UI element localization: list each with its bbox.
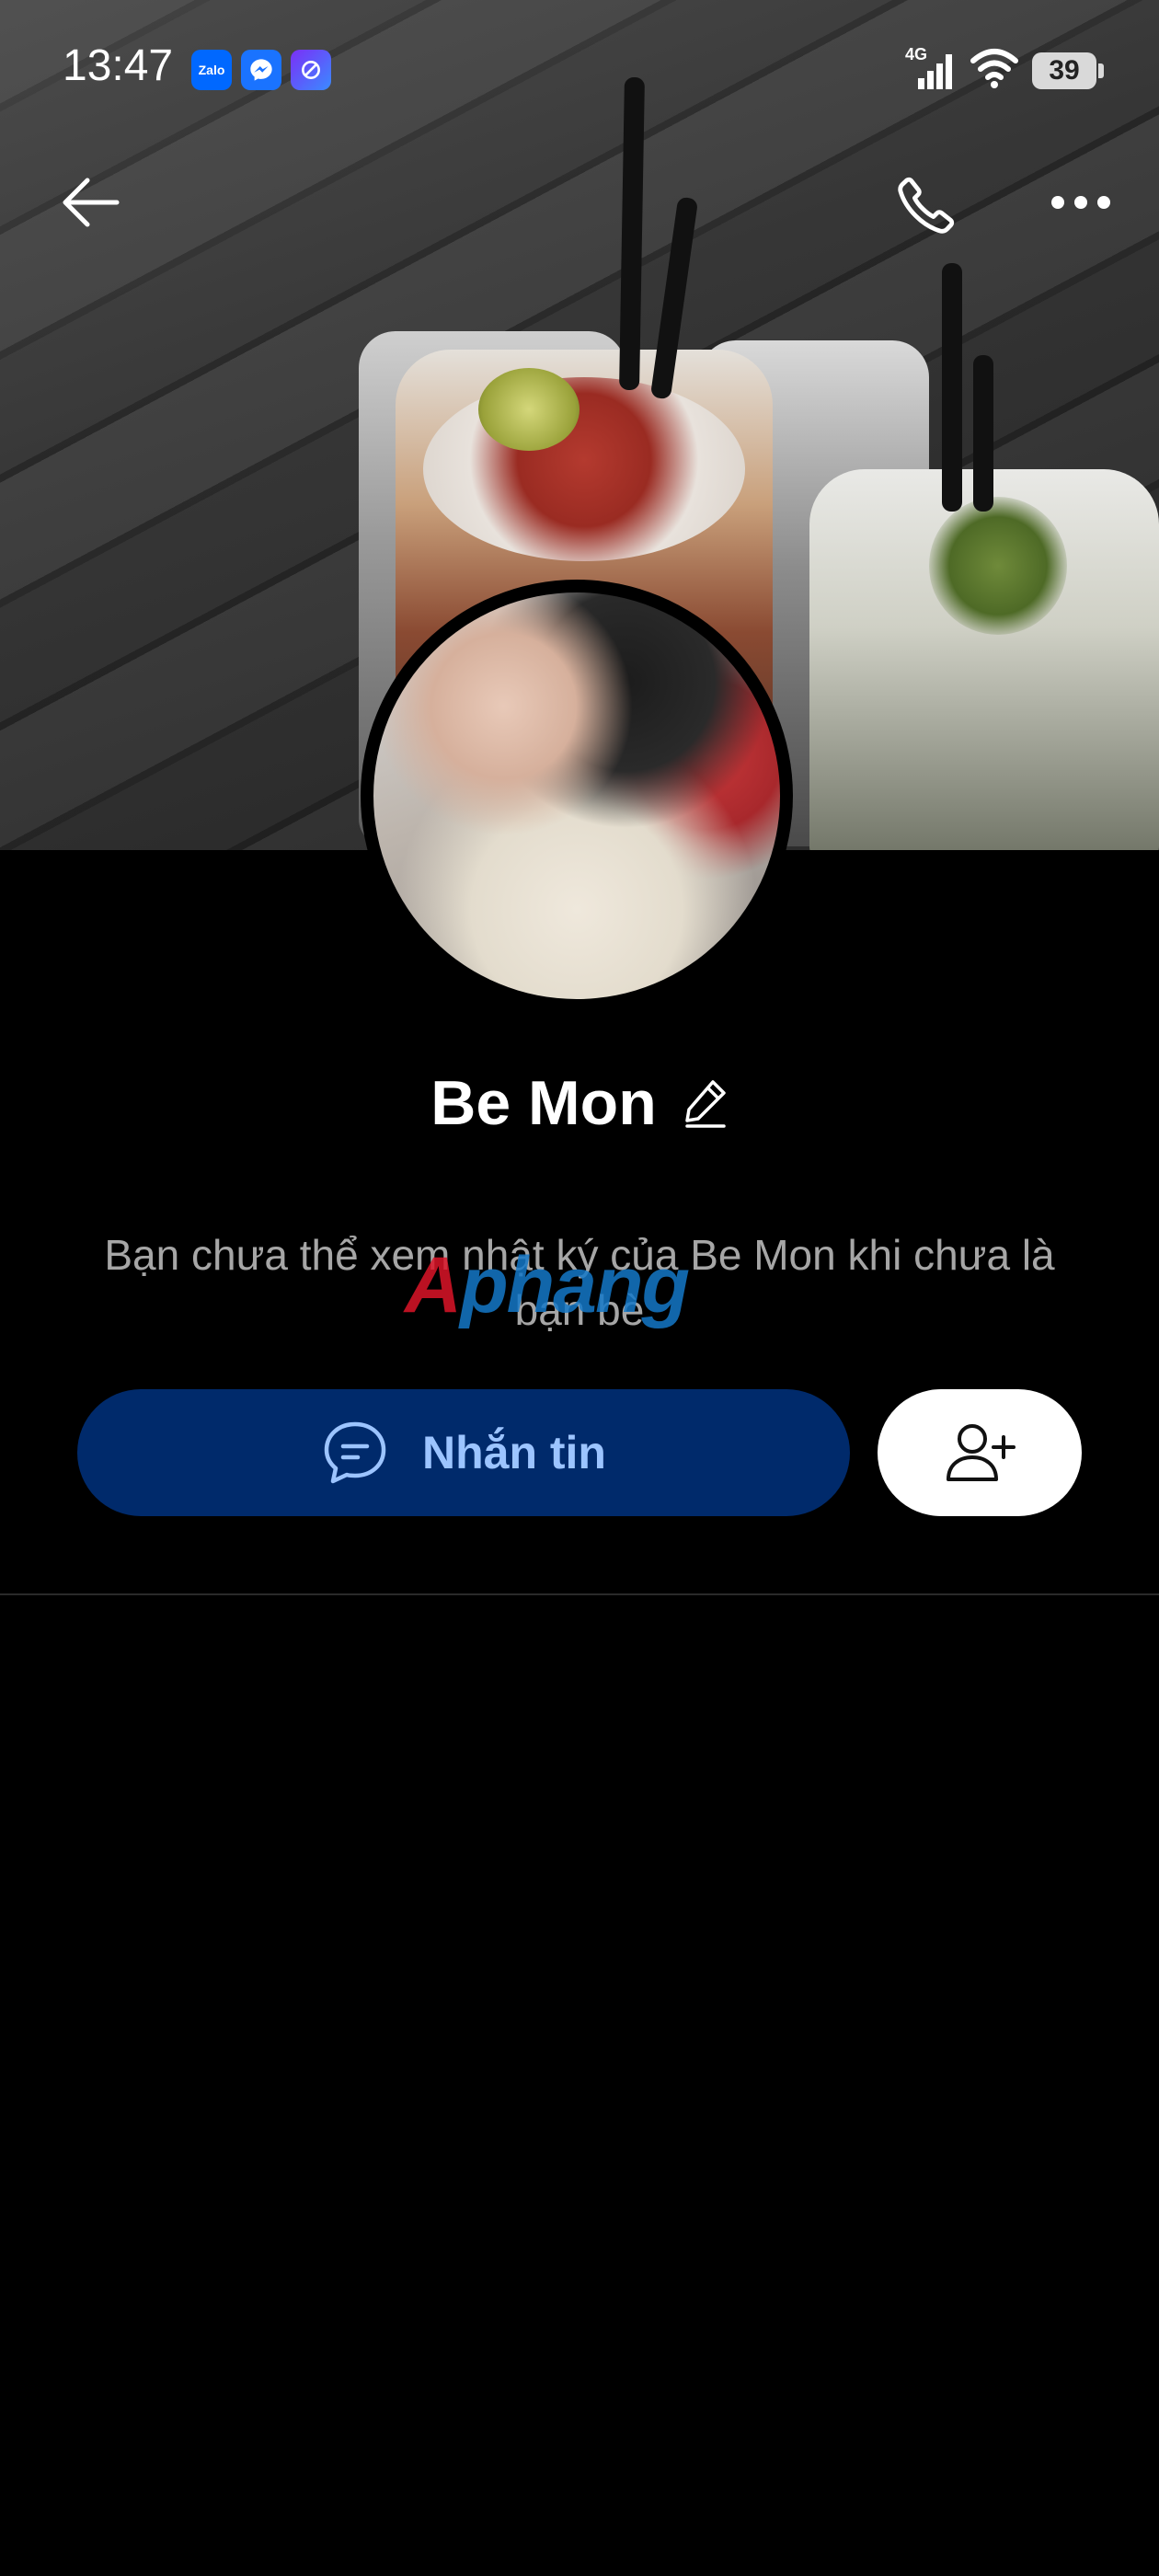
pencil-icon[interactable]: [683, 1078, 729, 1128]
status-bar: 13:47 Zalo 4G 39: [0, 0, 1159, 138]
avatar[interactable]: [361, 580, 793, 1012]
message-button-label: Nhắn tin: [422, 1427, 606, 1478]
avatar-photo: [373, 592, 780, 999]
back-button[interactable]: [53, 166, 127, 239]
call-button[interactable]: [885, 164, 968, 247]
status-time: 13:47: [63, 41, 174, 90]
watermark-logo: Aphang: [405, 1241, 690, 1329]
app-icon: [291, 50, 331, 90]
status-indicators: 4G 39: [905, 45, 1104, 93]
phone-icon: [898, 177, 955, 234]
section-divider: [0, 1593, 1159, 1595]
user-plus-icon: [947, 1424, 1016, 1481]
cover-straw: [942, 263, 962, 512]
chat-bubble-icon: [324, 1421, 386, 1484]
add-friend-button[interactable]: [878, 1389, 1082, 1516]
arrow-left-icon: [63, 178, 120, 227]
wifi-icon: [970, 48, 1019, 93]
more-options-button[interactable]: [1039, 166, 1122, 239]
cover-straw: [973, 355, 993, 512]
messenger-icon: [241, 50, 281, 90]
profile-name: Be Mon: [430, 1068, 657, 1138]
cover-matcha-topping: [929, 497, 1067, 635]
zalo-icon: Zalo: [191, 50, 232, 90]
status-app-icons: Zalo: [191, 50, 331, 90]
cover-lime: [478, 368, 580, 451]
more-horizontal-icon: [1051, 196, 1110, 209]
cover-drink-topping: [423, 377, 745, 561]
battery-icon: 39: [1032, 52, 1104, 89]
name-row: Be Mon: [0, 1067, 1159, 1139]
signal-icon: 4G: [905, 45, 957, 91]
message-button[interactable]: Nhắn tin: [77, 1389, 850, 1516]
